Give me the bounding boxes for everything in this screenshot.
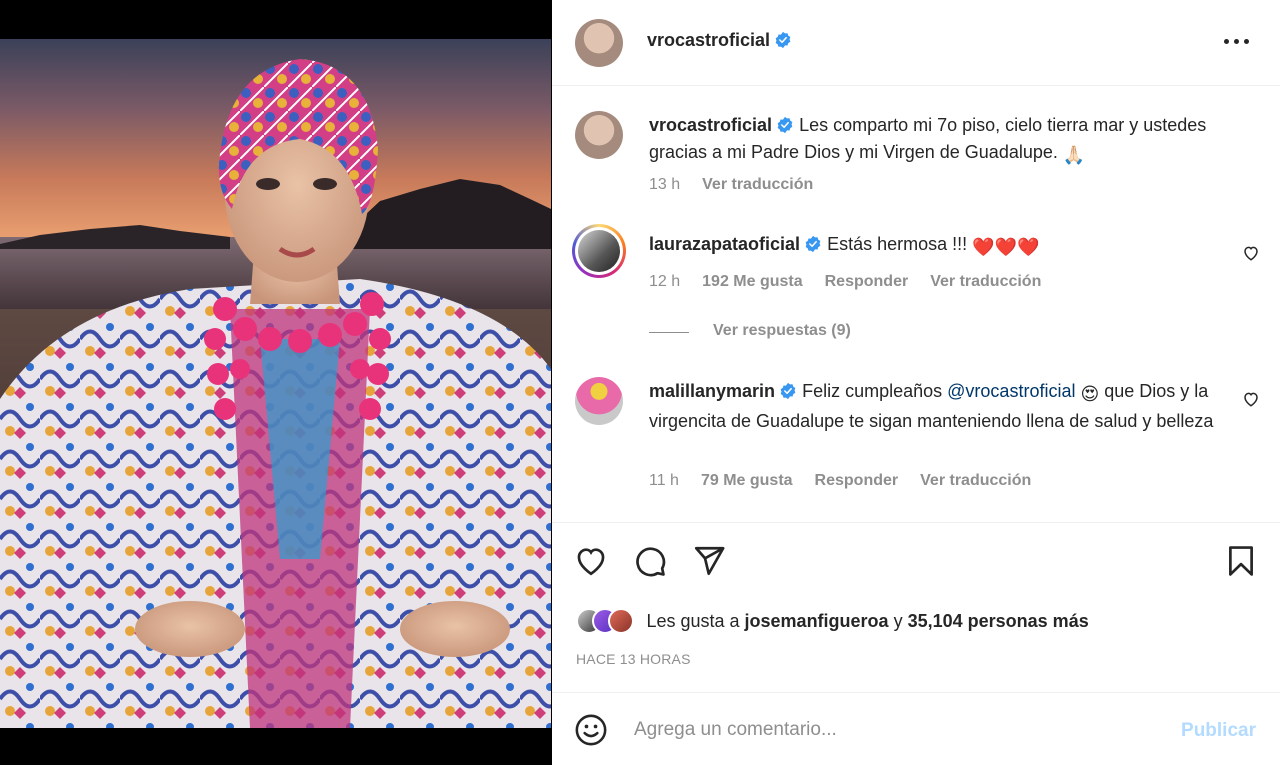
caption-meta: 13 h Ver traducción [649, 176, 813, 194]
verified-badge-icon [775, 31, 791, 49]
caption-username[interactable]: vrocastroficial [649, 115, 772, 135]
liker-avatar[interactable] [608, 608, 634, 634]
likes-middle: y [888, 610, 908, 631]
post-photo[interactable] [0, 39, 551, 728]
likes-count[interactable]: 35,104 personas más [908, 611, 1089, 631]
comment-time[interactable]: 11 h [649, 472, 679, 489]
likes-prefix: Les gusta a [646, 610, 745, 631]
post-header: vrocastroficial [552, 0, 1280, 86]
post-caption: vrocastroficial Les comparto mi 7o piso,… [552, 86, 1280, 206]
like-heart-icon[interactable] [574, 544, 608, 578]
post-timestamp[interactable]: HACE 13 HORAS [576, 651, 691, 667]
post-actions: Les gusta a josemanfigueroa y 35,104 per… [552, 522, 1280, 692]
like-comment-heart-icon[interactable] [1242, 390, 1260, 408]
author-username-wrap: vrocastroficial [647, 30, 792, 51]
emoji-smile-icon[interactable] [574, 713, 608, 747]
add-comment-bar: Publicar [552, 692, 1280, 765]
red-heart-emoji: ❤️❤️❤️ [972, 237, 1040, 257]
post-photo-illustration [0, 39, 551, 728]
verified-badge-icon [780, 382, 796, 400]
caption-text: vrocastroficial Les comparto mi 7o piso,… [649, 112, 1229, 169]
reply-button[interactable]: Responder [825, 273, 909, 290]
comment-input[interactable] [634, 715, 1154, 745]
commenter-avatar[interactable] [575, 377, 623, 425]
comment-likes[interactable]: 192 Me gusta [702, 273, 802, 290]
comment-username[interactable]: malillanymarin [649, 381, 775, 401]
post-detail-panel: vrocastroficial vrocastroficial Les comp… [552, 0, 1280, 765]
share-send-icon[interactable] [692, 544, 726, 578]
comment-meta: 11 h 79 Me gusta Responder Ver traducción [649, 472, 1031, 490]
author-username[interactable]: vrocastroficial [647, 30, 770, 50]
like-comment-heart-icon[interactable] [1242, 244, 1260, 262]
comment-body-start: Feliz cumpleaños [802, 381, 948, 401]
comment-username[interactable]: laurazapataoficial [649, 234, 800, 254]
view-replies-button[interactable]: Ver respuestas (9) [713, 322, 851, 340]
comment-likes[interactable]: 79 Me gusta [701, 472, 793, 489]
caption-avatar[interactable] [575, 111, 623, 159]
verified-badge-icon [777, 116, 793, 134]
comment-item: laurazapataoficial Estás hermosa !!! ❤️❤… [552, 206, 1280, 306]
reply-button[interactable]: Responder [815, 472, 899, 489]
caption-translate-link[interactable]: Ver traducción [702, 176, 813, 193]
comment-bubble-icon[interactable] [633, 544, 667, 578]
author-avatar[interactable] [575, 19, 623, 67]
verified-badge-icon [805, 235, 821, 253]
comment-body: Estás hermosa !!! [827, 234, 973, 254]
publish-button[interactable]: Publicar [1181, 720, 1256, 742]
caption-time[interactable]: 13 h [649, 176, 680, 193]
save-bookmark-icon[interactable] [1224, 544, 1258, 578]
comment-text: laurazapataoficial Estás hermosa !!! ❤️❤… [649, 231, 1229, 261]
post-media-panel [0, 0, 551, 765]
commenter-avatar[interactable] [572, 224, 626, 278]
translate-link[interactable]: Ver traducción [920, 472, 1031, 489]
more-horizontal-icon[interactable] [1224, 38, 1250, 46]
praying-hands-emoji: 🙏🏻 [1062, 145, 1086, 165]
comment-meta: 12 h 192 Me gusta Responder Ver traducción [649, 273, 1041, 291]
translate-link[interactable]: Ver traducción [930, 273, 1041, 290]
likes-text: Les gusta a josemanfigueroa y 35,104 per… [646, 611, 1088, 632]
replies-divider [649, 332, 689, 333]
heart-eyes-emoji: 😍 [1080, 384, 1100, 404]
liker-username[interactable]: josemanfigueroa [745, 611, 889, 631]
mention-link[interactable]: @vrocastroficial [947, 381, 1075, 401]
comment-text: malillanymarin Feliz cumpleaños @vrocast… [649, 378, 1229, 435]
comment-item: malillanymarin Feliz cumpleaños @vrocast… [552, 352, 1280, 512]
comment-time[interactable]: 12 h [649, 273, 680, 290]
likes-summary: Les gusta a josemanfigueroa y 35,104 per… [576, 608, 1089, 638]
